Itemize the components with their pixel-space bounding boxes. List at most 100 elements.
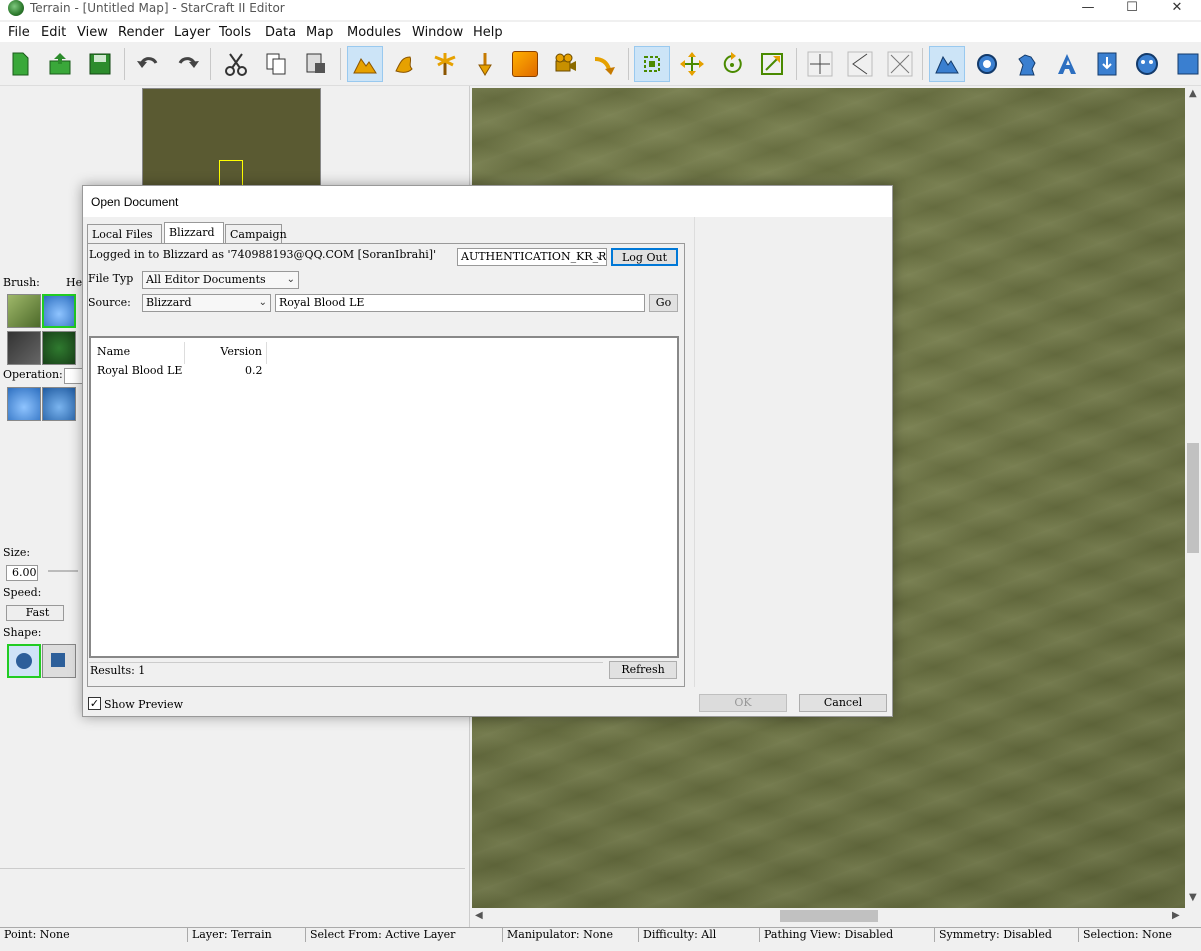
size-slider[interactable] [48, 570, 78, 572]
speed-label: Speed: [3, 586, 42, 599]
tab-blizzard[interactable]: Blizzard [164, 222, 224, 244]
refresh-button[interactable]: Refresh [609, 661, 677, 679]
open-document-dialog: Open Document Local Files Blizzard Campa… [82, 185, 893, 717]
scroll-left-icon[interactable]: ◀ [475, 910, 483, 921]
ok-button[interactable]: OK [699, 694, 787, 712]
menu-layer[interactable]: Layer [174, 25, 210, 40]
show-preview-label: Show Preview [104, 698, 183, 711]
regions-layer-button[interactable] [507, 46, 543, 82]
snap-center-button[interactable] [882, 46, 918, 82]
region-select[interactable]: AUTHENTICATION_KR_REG ⌄ [457, 248, 607, 266]
size-input[interactable]: 6.00 [6, 565, 38, 581]
menu-render[interactable]: Render [118, 25, 164, 40]
rotate-tool-button[interactable] [714, 46, 750, 82]
close-button[interactable]: ✕ [1157, 0, 1197, 16]
scroll-up-icon[interactable]: ▲ [1189, 88, 1197, 99]
text-module-button[interactable] [1049, 46, 1085, 82]
menu-map[interactable]: Map [306, 25, 333, 40]
menu-file[interactable]: File [8, 25, 30, 40]
brush-foliage-button[interactable] [42, 331, 76, 365]
tab-campaign[interactable]: Campaign [225, 224, 287, 244]
vertical-scroll-thumb[interactable] [1187, 443, 1199, 553]
results-list[interactable]: Name Version Royal Blood LE 0.2 [89, 336, 679, 658]
shape-circle-button[interactable] [7, 644, 41, 678]
scroll-down-icon[interactable]: ▼ [1189, 892, 1197, 903]
window-title: Terrain - [Untitled Map] - StarCraft II … [30, 1, 285, 15]
file-type-select[interactable]: All Editor Documents ⌄ [142, 271, 299, 289]
menu-modules[interactable]: Modules [347, 25, 401, 40]
points-layer-icon [478, 53, 492, 76]
source-value: Blizzard [146, 296, 192, 309]
raise-operation-button[interactable] [7, 387, 41, 421]
menu-edit[interactable]: Edit [41, 25, 66, 40]
status-difficulty: Difficulty: All [639, 928, 760, 942]
source-select[interactable]: Blizzard ⌄ [142, 294, 271, 312]
data-module-button[interactable] [1009, 46, 1045, 82]
log-out-button[interactable]: Log Out [611, 248, 678, 266]
menu-view[interactable]: View [77, 25, 108, 40]
paths-layer-button[interactable] [587, 46, 623, 82]
select-icon [644, 56, 660, 72]
tab-local-files[interactable]: Local Files [87, 224, 162, 244]
import-module-icon [1097, 52, 1117, 76]
open-document-button[interactable] [42, 46, 78, 82]
column-header-name[interactable]: Name [91, 342, 185, 364]
paste-button[interactable] [298, 46, 334, 82]
doodads-layer-button[interactable] [427, 46, 463, 82]
points-layer-button[interactable] [467, 46, 503, 82]
results-count: Results: 1 [89, 662, 603, 678]
import-module-button[interactable] [1089, 46, 1125, 82]
terrain-layer-button[interactable] [347, 46, 383, 82]
brush-height-button[interactable] [42, 294, 76, 328]
go-button[interactable]: Go [649, 294, 678, 312]
horizontal-scroll-thumb[interactable] [780, 910, 878, 922]
data-module-icon [1018, 54, 1036, 76]
units-layer-button[interactable] [387, 46, 423, 82]
shape-square-button[interactable] [42, 644, 76, 678]
snap-edge-button[interactable] [842, 46, 878, 82]
snap-edge-icon [847, 51, 873, 77]
new-document-button[interactable] [2, 46, 38, 82]
move-tool-button[interactable] [674, 46, 710, 82]
extra-module-button[interactable] [1169, 46, 1201, 82]
copy-button[interactable] [258, 46, 294, 82]
show-preview-checkbox[interactable]: ✓ [88, 697, 101, 710]
save-button[interactable] [82, 46, 118, 82]
triggers-module-button[interactable] [969, 46, 1005, 82]
doodads-layer-icon [434, 53, 456, 75]
menu-window[interactable]: Window [412, 25, 463, 40]
minimize-button[interactable]: — [1068, 0, 1108, 16]
cut-button[interactable] [218, 46, 254, 82]
menu-tools[interactable]: Tools [219, 25, 251, 40]
menu-data[interactable]: Data [265, 25, 296, 40]
row-version[interactable]: 0.2 [245, 364, 263, 377]
brush-cliff-button[interactable] [7, 331, 41, 365]
speed-input[interactable]: Fast [6, 605, 64, 621]
cancel-button[interactable]: Cancel [799, 694, 887, 712]
rotate-icon [723, 52, 742, 73]
scroll-right-icon[interactable]: ▶ [1172, 910, 1180, 921]
operation-label: Operation: [3, 368, 63, 381]
brush-label: Brush: [3, 276, 40, 289]
terrain-module-button[interactable] [929, 46, 965, 82]
brush-texture-button[interactable] [7, 294, 41, 328]
lower-operation-button[interactable] [42, 387, 76, 421]
operation-select[interactable] [64, 368, 84, 384]
undo-button[interactable] [130, 46, 166, 82]
row-name[interactable]: Royal Blood LE [97, 364, 182, 377]
maximize-button[interactable]: ☐ [1112, 0, 1152, 16]
search-input[interactable]: Royal Blood LE [275, 294, 645, 312]
cameras-layer-button[interactable] [547, 46, 583, 82]
title-bar: Terrain - [Untitled Map] - StarCraft II … [0, 0, 1201, 20]
source-label: Source: [88, 296, 131, 309]
column-header-version[interactable]: Version [185, 342, 267, 364]
select-tool-button[interactable] [634, 46, 670, 82]
snap-icon [807, 51, 833, 77]
scale-tool-button[interactable] [754, 46, 790, 82]
menu-help[interactable]: Help [473, 25, 503, 40]
scale-icon [761, 53, 783, 75]
menu-bar: File Edit View Render Layer Tools Data M… [0, 22, 1201, 42]
snap-button[interactable] [802, 46, 838, 82]
redo-button[interactable] [170, 46, 206, 82]
ai-module-button[interactable] [1129, 46, 1165, 82]
